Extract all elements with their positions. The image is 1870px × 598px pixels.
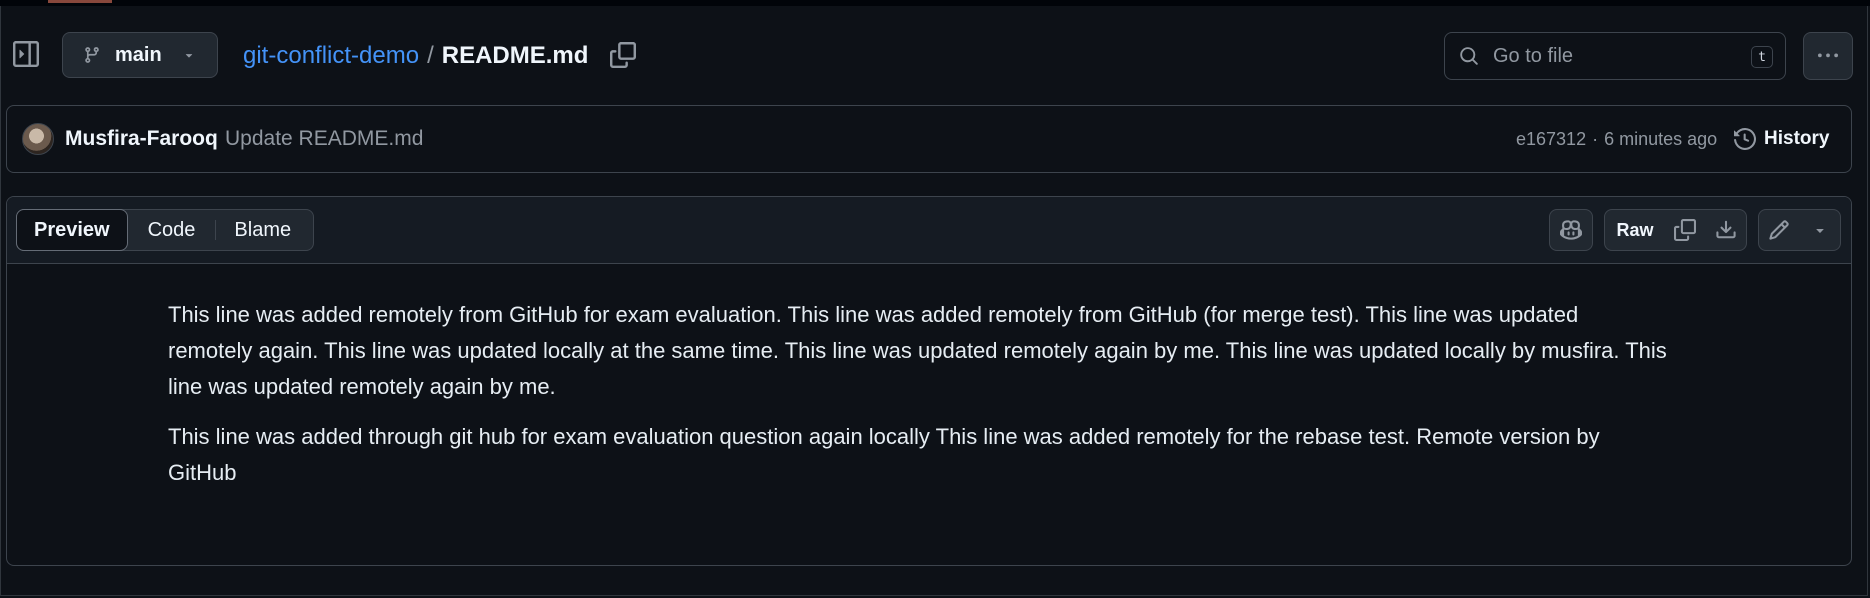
file-viewer-toolbar: Preview Code Blame Raw: [7, 197, 1851, 264]
go-to-file-input[interactable]: [1491, 43, 1735, 69]
commit-author-link[interactable]: Musfira-Farooq: [65, 127, 218, 151]
view-mode-switcher: Preview Code Blame: [16, 209, 314, 251]
download-button[interactable]: [1705, 209, 1747, 251]
top-strip: [0, 0, 1870, 6]
tab-preview[interactable]: Preview: [16, 209, 128, 251]
breadcrumb-separator: /: [427, 42, 434, 69]
search-icon: [1459, 46, 1479, 66]
copy-icon: [1674, 219, 1696, 241]
commit-meta: e167312 · 6 minutes ago: [1516, 129, 1717, 150]
breadcrumb-repo-link[interactable]: git-conflict-demo: [243, 42, 419, 70]
commit-sha-link[interactable]: e167312: [1516, 129, 1586, 150]
copy-path-icon[interactable]: [610, 42, 638, 70]
caret-down-icon: [182, 48, 196, 62]
commit-message-link[interactable]: Update README.md: [225, 127, 423, 151]
download-icon: [1715, 219, 1737, 241]
history-icon: [1734, 128, 1756, 150]
tab-code[interactable]: Code: [128, 210, 216, 250]
shortcut-key-badge: t: [1751, 46, 1773, 68]
edit-file-button[interactable]: [1758, 209, 1800, 251]
kebab-horizontal-icon: [1818, 46, 1838, 66]
breadcrumb-file-name: README.md: [441, 42, 589, 69]
meta-dot: ·: [1592, 129, 1599, 149]
caret-down-icon: [1812, 222, 1828, 238]
branch-name: main: [115, 43, 162, 66]
tab-blame[interactable]: Blame: [216, 210, 309, 250]
file-viewer: Preview Code Blame Raw This line was add…: [6, 196, 1852, 566]
go-to-file-search[interactable]: t: [1444, 32, 1786, 80]
tab-accent: [48, 0, 112, 3]
copilot-icon: [1560, 219, 1582, 241]
copilot-button[interactable]: [1549, 209, 1593, 251]
latest-commit-bar: Musfira-Farooq Update README.md e167312 …: [6, 105, 1852, 173]
branch-selector-button[interactable]: main: [62, 32, 218, 78]
raw-button[interactable]: Raw: [1604, 209, 1666, 251]
edit-options-dropdown[interactable]: [1799, 209, 1841, 251]
breadcrumb: git-conflict-demo / README.md: [243, 40, 588, 72]
history-button[interactable]: History: [1734, 123, 1829, 155]
copy-raw-button[interactable]: [1665, 209, 1706, 251]
more-options-button[interactable]: [1803, 32, 1853, 80]
pencil-icon: [1768, 219, 1790, 241]
commit-time: 6 minutes ago: [1604, 129, 1718, 149]
branch-icon: [83, 46, 101, 64]
readme-paragraph: This line was added through git hub for …: [168, 424, 1600, 485]
avatar[interactable]: [22, 123, 54, 155]
sidebar-toggle-icon[interactable]: [12, 40, 40, 68]
history-label: History: [1764, 128, 1830, 149]
readme-content: This line was added remotely from GitHub…: [168, 297, 1668, 505]
readme-paragraph: This line was added remotely from GitHub…: [168, 302, 1667, 399]
file-header-bar: main git-conflict-demo / README.md t: [0, 28, 1870, 84]
